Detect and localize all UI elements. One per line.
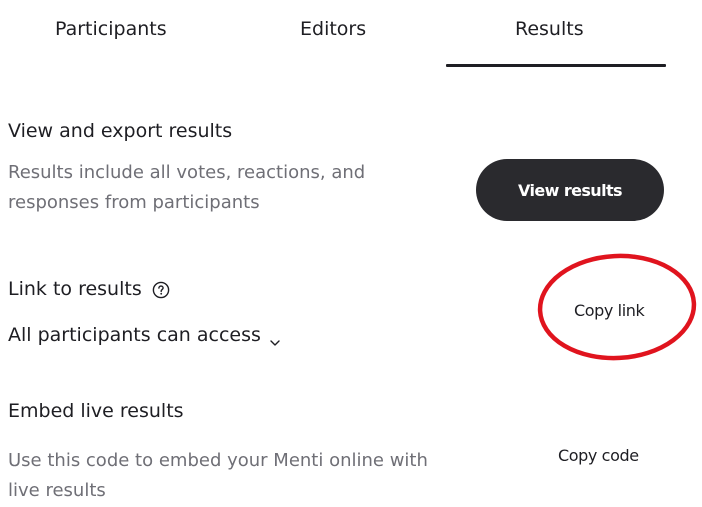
embed-description-line-2: live results <box>8 480 106 501</box>
link-to-results-heading: Link to results <box>8 276 170 302</box>
active-tab-indicator <box>446 64 666 67</box>
view-export-description-line-2: responses from participants <box>8 192 260 213</box>
question-circle-icon[interactable] <box>152 280 170 299</box>
view-results-button[interactable]: View results <box>476 159 664 221</box>
embed-live-results-heading: Embed live results <box>8 400 184 422</box>
embed-description: Use this code to embed your Menti online… <box>8 446 428 506</box>
embed-description-line-1: Use this code to embed your Menti online… <box>8 450 428 471</box>
access-dropdown[interactable]: All participants can access <box>8 322 281 348</box>
view-export-description-line-1: Results include all votes, reactions, an… <box>8 162 366 183</box>
copy-code-button[interactable]: Copy code <box>558 446 639 465</box>
copy-link-button[interactable]: Copy link <box>574 301 645 320</box>
tab-participants[interactable]: Participants <box>55 16 167 42</box>
view-export-heading: View and export results <box>8 120 233 142</box>
access-dropdown-label: All participants can access <box>8 324 261 346</box>
chevron-down-icon <box>269 330 281 346</box>
tab-editors[interactable]: Editors <box>300 16 366 42</box>
tab-results[interactable]: Results <box>515 16 584 42</box>
link-to-results-label: Link to results <box>8 278 142 300</box>
view-export-description: Results include all votes, reactions, an… <box>8 158 365 218</box>
